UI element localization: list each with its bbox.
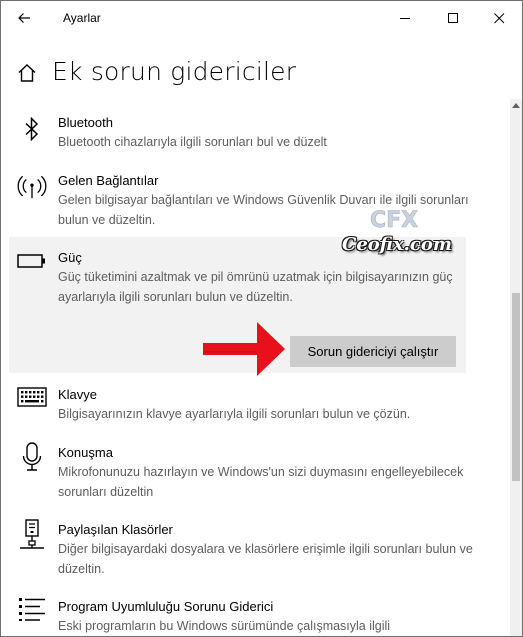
item-title: Program Uyumluluğu Sorunu Giderici: [58, 599, 274, 614]
item-description: Diğer bilgisayardaki dosyalara ve klasör…: [58, 542, 473, 576]
home-icon: [18, 64, 36, 82]
scroll-thumb[interactable]: [512, 293, 520, 481]
title-bar: Ayarlar: [1, 1, 522, 35]
item-description: Eski programların bu Windows sürümünde ç…: [58, 619, 391, 633]
item-description: Gelen bilgisayar bağlantıları ve Windows…: [58, 193, 469, 227]
settings-window: Ayarlar Ek sorun gidericiler Bluetooth B…: [0, 0, 523, 637]
scroll-up-button[interactable]: [510, 99, 522, 111]
bluetooth-icon: [17, 117, 47, 141]
antenna-icon: [17, 174, 47, 200]
item-title: Paylaşılan Klasörler: [58, 522, 173, 537]
vertical-scrollbar[interactable]: [510, 99, 522, 636]
minimize-icon: [399, 17, 410, 19]
page-title: Ek sorun gidericiler: [52, 57, 297, 86]
scroll-up-arrow-icon: [512, 102, 520, 108]
home-button[interactable]: [17, 63, 37, 88]
list-item-program-compatibility[interactable]: Program Uyumluluğu Sorunu Giderici Eski …: [9, 593, 466, 636]
item-description: Bilgisayarınızın klavye ayarlarıyla ilgi…: [58, 407, 411, 421]
program-list-icon: [17, 596, 47, 622]
run-troubleshooter-button[interactable]: Sorun gidericiyi çalıştır: [290, 336, 456, 367]
list-item-incoming-connections[interactable]: Gelen Bağlantılar Gelen bilgisayar bağla…: [9, 169, 469, 233]
item-description: Mikrofonunuzu hazırlayın ve Windows'un s…: [58, 465, 464, 499]
back-arrow-icon: [18, 13, 30, 23]
list-item-keyboard[interactable]: Klavye Bilgisayarınızın klavye ayarlarıy…: [9, 381, 466, 431]
keyboard-icon: [17, 387, 47, 407]
list-item-speech[interactable]: Konuşma Mikrofonunuzu hazırlayın ve Wind…: [9, 439, 466, 509]
item-title: Klavye: [58, 387, 98, 402]
microphone-icon: [17, 442, 47, 472]
item-description: Güç tüketimini azaltmak ve pil ömrünü uz…: [58, 270, 453, 304]
close-icon: [493, 12, 504, 23]
battery-icon: [17, 253, 47, 269]
list-item-power[interactable]: Güç Güç tüketimini azaltmak ve pil ömrün…: [9, 237, 466, 373]
app-title: Ayarlar: [63, 11, 101, 25]
maximize-icon: [447, 12, 458, 23]
back-button[interactable]: [1, 1, 47, 35]
item-title: Gelen Bağlantılar: [58, 173, 159, 188]
shared-folder-icon: [17, 519, 47, 551]
minimize-button[interactable]: [382, 1, 428, 35]
item-title: Güç: [58, 250, 82, 265]
item-title: Bluetooth: [58, 115, 113, 130]
item-title: Konuşma: [58, 445, 113, 460]
page-header: Ek sorun gidericiler: [1, 53, 522, 97]
item-description: Bluetooth cihazlarıyla ilgili sorunları …: [58, 135, 327, 149]
list-item-bluetooth[interactable]: Bluetooth Bluetooth cihazlarıyla ilgili …: [9, 111, 466, 161]
troubleshooter-list: Bluetooth Bluetooth cihazlarıyla ilgili …: [1, 99, 510, 636]
maximize-button[interactable]: [430, 1, 476, 35]
list-item-shared-folders[interactable]: Paylaşılan Klasörler Diğer bilgisayardak…: [9, 517, 473, 587]
close-button[interactable]: [476, 1, 522, 35]
